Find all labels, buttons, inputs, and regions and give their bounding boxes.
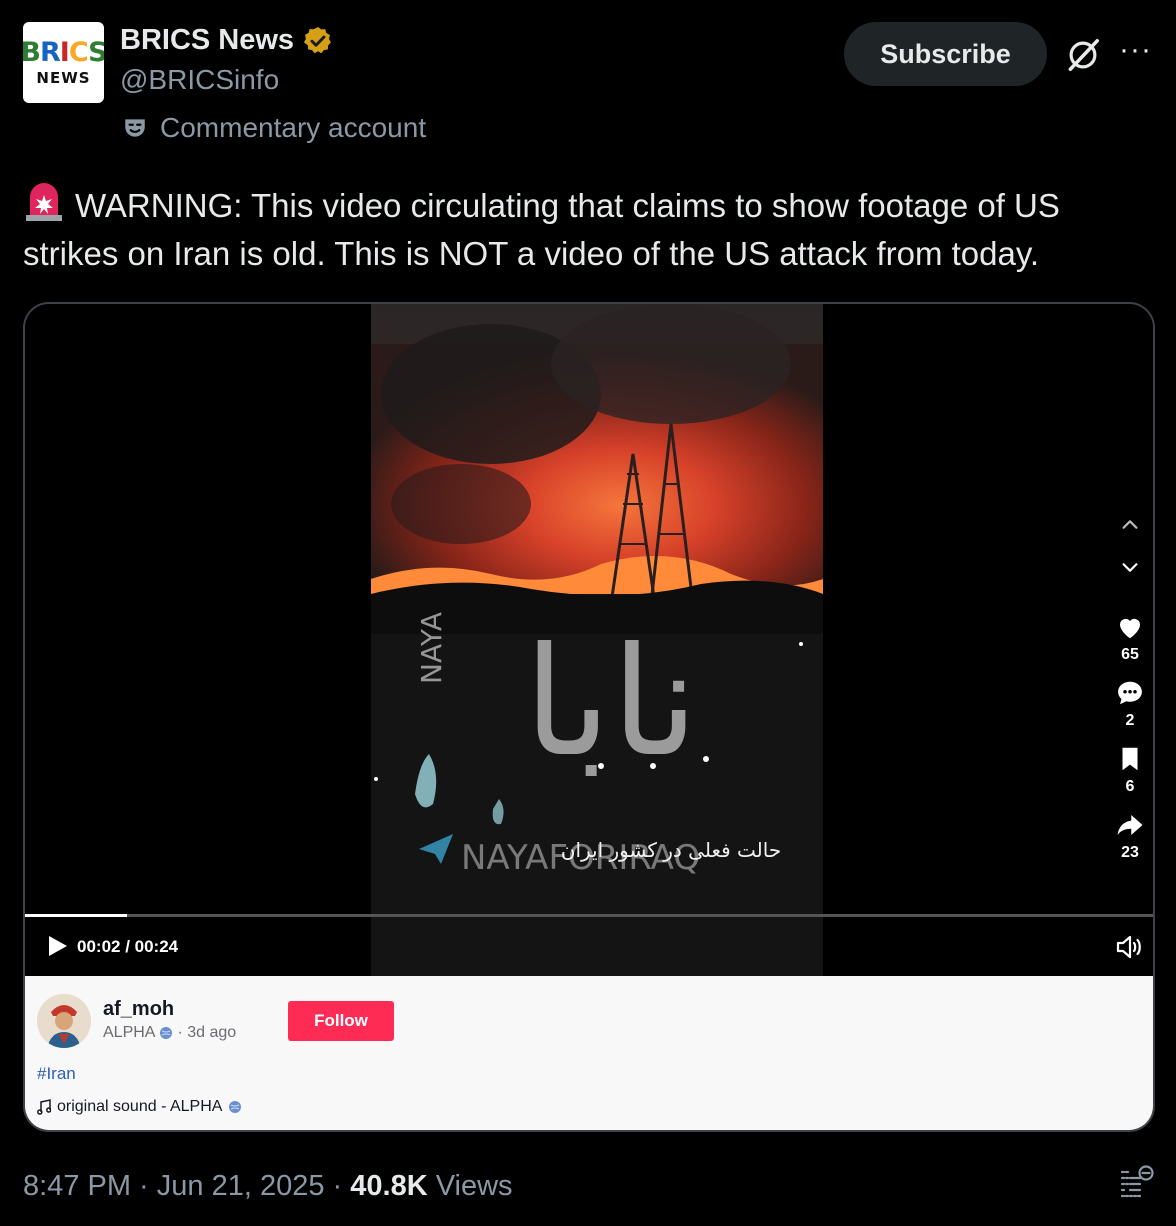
tweet-footer: 8:47 PM · Jun 21, 2025 · 40.8K Views [23, 1170, 513, 1203]
grok-analyze-icon[interactable] [1116, 1164, 1156, 1204]
author-name-row: BRICS News [120, 24, 334, 57]
chevron-down-icon[interactable] [1119, 556, 1141, 578]
embed-subline: ALPHA · 3d ago [103, 1024, 236, 1042]
video-frame[interactable]: NAYA نابا NAYAFORIRAQ حالت فعلی در کشور … [371, 304, 823, 976]
video-progress-bar[interactable] [25, 914, 1153, 917]
follow-button[interactable]: Follow [288, 1001, 394, 1041]
views-count: 40.8K [350, 1170, 428, 1202]
chevron-up-icon[interactable] [1119, 514, 1141, 536]
saves-count: 6 [1125, 778, 1135, 795]
hashtag-link[interactable]: #Iran [37, 1064, 76, 1084]
volume-icon[interactable] [1115, 934, 1143, 960]
verified-badge-icon[interactable] [302, 25, 334, 57]
embedded-video-card[interactable]: NAYA نابا NAYAFORIRAQ حالت فعلی در کشور … [23, 302, 1155, 1132]
author-avatar[interactable]: BRICS NEWS [23, 22, 104, 103]
comment-icon[interactable] [1115, 678, 1145, 708]
tiktok-info-panel: af_moh ALPHA · 3d ago Follow #Iran origi… [25, 976, 1153, 1130]
commentary-label: Commentary account [122, 112, 426, 144]
mask-icon [125, 119, 145, 137]
likes-count: 65 [1121, 646, 1139, 663]
embed-post-age: · 3d ago [177, 1024, 237, 1041]
author-handle[interactable]: @BRICSinfo [120, 64, 279, 96]
grok-icon[interactable] [1064, 36, 1102, 74]
bookmark-icon[interactable] [1115, 744, 1145, 774]
video-progress-fill [25, 914, 127, 917]
share-icon[interactable] [1115, 810, 1145, 840]
arabic-overlay-text: نابا [524, 616, 699, 790]
music-note-icon [37, 1099, 51, 1115]
embed-user-avatar[interactable] [37, 994, 91, 1048]
tweet-text: WARNING: This video circulating that cla… [23, 182, 1153, 278]
globe-icon [160, 1027, 173, 1039]
shares-count: 23 [1121, 844, 1139, 861]
play-icon[interactable] [47, 934, 69, 958]
globe-icon [229, 1101, 242, 1113]
tweet-body: WARNING: This video circulating that cla… [23, 187, 1060, 272]
video-player[interactable]: NAYA نابا NAYAFORIRAQ حالت فعلی در کشور … [25, 304, 1153, 976]
sound-label: original sound - ALPHA [57, 1098, 223, 1115]
sound-link[interactable]: original sound - ALPHA [37, 1098, 242, 1116]
embed-username[interactable]: af_moh [103, 998, 174, 1021]
persian-caption: حالت فعلی در کشور ایران [561, 838, 781, 862]
tweet-timestamp[interactable]: 8:47 PM · Jun 21, 2025 · [23, 1170, 350, 1202]
more-icon[interactable]: ··· [1119, 35, 1155, 68]
commentary-text: Commentary account [160, 112, 427, 143]
naya-vertical-watermark: NAYA [415, 612, 448, 684]
heart-icon[interactable] [1115, 612, 1145, 642]
embed-nickname: ALPHA [103, 1024, 156, 1041]
video-time: 00:02 / 00:24 [77, 937, 179, 956]
comments-count: 2 [1125, 712, 1135, 729]
siren-icon [26, 183, 62, 221]
avatar-brics-text: BRICS [23, 36, 104, 68]
subscribe-button[interactable]: Subscribe [844, 22, 1047, 86]
video-side-controls: 65 2 6 23 [1105, 514, 1153, 862]
avatar-news-text: NEWS [36, 68, 91, 87]
video-frame-image: NAYA نابا NAYAFORIRAQ حالت فعلی در کشور … [371, 304, 823, 976]
author-display-name[interactable]: BRICS News [120, 24, 294, 57]
views-label: Views [427, 1170, 513, 1202]
